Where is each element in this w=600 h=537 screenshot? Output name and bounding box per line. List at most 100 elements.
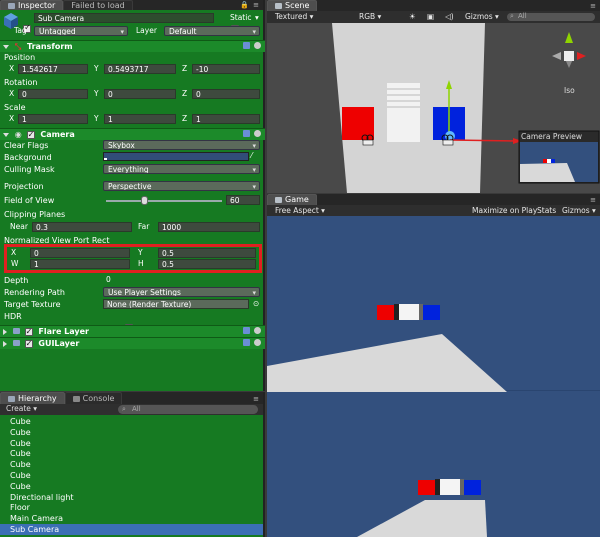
culling-mask-dropdown[interactable]: Everything bbox=[103, 164, 260, 174]
viewport-y-label: Y bbox=[138, 248, 143, 257]
rotation-y-field[interactable]: 0 bbox=[104, 89, 176, 99]
hierarchy-item[interactable]: Cube bbox=[10, 481, 31, 492]
near-label: Near bbox=[10, 222, 28, 231]
layer-label: Layer bbox=[136, 26, 157, 35]
aspect-dropdown[interactable]: Free Aspect ▾ bbox=[275, 205, 325, 216]
gizmos-dropdown[interactable]: Gizmos ▾ bbox=[562, 205, 596, 216]
viewport-w-field[interactable]: 1 bbox=[30, 259, 130, 269]
hierarchy-item[interactable]: Main Camera bbox=[10, 513, 63, 524]
menu-icon[interactable]: ≡ bbox=[590, 195, 596, 205]
background-color-swatch[interactable] bbox=[103, 152, 249, 161]
scale-x-field[interactable]: 1 bbox=[18, 114, 88, 124]
search-placeholder: All bbox=[132, 405, 141, 413]
hierarchy-item[interactable]: Cube bbox=[10, 448, 31, 459]
gizmos-dropdown[interactable]: Gizmos ▾ bbox=[465, 11, 499, 22]
help-icon[interactable] bbox=[243, 42, 250, 49]
viewport-y-field[interactable]: 0.5 bbox=[158, 248, 256, 258]
panel-menu[interactable]: ≡ bbox=[253, 394, 263, 404]
help-icon[interactable] bbox=[243, 327, 250, 334]
object-name-field[interactable]: Sub Camera bbox=[34, 13, 214, 23]
rendering-path-dropdown[interactable]: Use Player Settings bbox=[103, 287, 260, 297]
far-field[interactable]: 1000 bbox=[158, 222, 260, 232]
scale-y-field[interactable]: 1 bbox=[104, 114, 176, 124]
panel-menu[interactable]: ≡ bbox=[590, 1, 600, 11]
flare-layer-checkbox[interactable] bbox=[24, 326, 33, 338]
foldout-icon[interactable] bbox=[3, 340, 7, 347]
hierarchy-item[interactable]: Cube bbox=[10, 459, 31, 470]
depth-field[interactable]: 0 bbox=[103, 275, 260, 285]
tab-inspector[interactable]: Inspector bbox=[0, 0, 64, 10]
lighting-toggle-icon[interactable]: ☀ bbox=[409, 11, 416, 22]
gear-icon[interactable] bbox=[254, 339, 261, 346]
viewport-x-field[interactable]: 0 bbox=[30, 248, 130, 258]
tab-scene[interactable]: Scene bbox=[267, 0, 318, 11]
hierarchy-item[interactable]: Cube bbox=[10, 416, 31, 427]
scale-z-field[interactable]: 1 bbox=[192, 114, 260, 124]
position-y-label: Y bbox=[94, 64, 99, 73]
tab-hierarchy[interactable]: Hierarchy bbox=[0, 392, 65, 404]
chevron-down-icon[interactable]: ▾ bbox=[255, 13, 259, 23]
fov-field[interactable]: 60 bbox=[226, 195, 260, 205]
lock-icon[interactable]: 🔒 bbox=[240, 0, 249, 10]
hierarchy-item[interactable]: Floor bbox=[10, 502, 30, 513]
gui-layer-checkbox[interactable] bbox=[24, 338, 33, 350]
tag-dropdown[interactable]: Untagged bbox=[34, 26, 128, 36]
rotation-z-field[interactable]: 0 bbox=[192, 89, 260, 99]
hierarchy-item[interactable]: Cube bbox=[10, 438, 31, 449]
help-icon[interactable] bbox=[243, 339, 250, 346]
color-mode-dropdown[interactable]: RGB ▾ bbox=[359, 11, 381, 22]
audio-toggle-icon[interactable]: ◁) bbox=[445, 11, 454, 22]
foldout-icon[interactable] bbox=[3, 328, 7, 335]
position-x-field[interactable]: 1.542617 bbox=[18, 64, 88, 74]
search-input[interactable]: ⌕ All bbox=[118, 405, 258, 414]
target-texture-field[interactable]: None (Render Texture) bbox=[103, 299, 249, 309]
camera-enabled-checkbox[interactable] bbox=[26, 129, 35, 141]
scene-search-input[interactable]: ⌕ All bbox=[507, 12, 595, 21]
fov-slider-track[interactable] bbox=[106, 200, 222, 202]
image-toggle-icon[interactable]: ▣ bbox=[427, 11, 434, 22]
menu-icon[interactable]: ≡ bbox=[253, 0, 259, 10]
search-icon: ⌕ bbox=[122, 405, 126, 413]
tab-console[interactable]: Console bbox=[64, 392, 123, 404]
camera-icon: ◉ bbox=[14, 130, 22, 139]
gear-icon[interactable] bbox=[254, 327, 261, 334]
panel-menu[interactable]: 🔒 ≡ bbox=[240, 0, 263, 10]
create-button[interactable]: Create ▾ bbox=[6, 404, 37, 414]
clear-flags-label: Clear Flags bbox=[4, 141, 49, 150]
menu-icon[interactable]: ≡ bbox=[253, 394, 259, 404]
foldout-icon[interactable] bbox=[3, 44, 9, 49]
tab-failed-to-load[interactable]: Failed to load bbox=[63, 0, 133, 10]
foldout-icon[interactable] bbox=[3, 132, 9, 137]
clear-flags-dropdown[interactable]: Skybox bbox=[103, 140, 260, 150]
layer-dropdown[interactable]: Default bbox=[164, 26, 260, 36]
projection-dropdown[interactable]: Perspective bbox=[103, 181, 260, 191]
gear-icon[interactable] bbox=[254, 130, 261, 137]
near-field[interactable]: 0.3 bbox=[32, 222, 132, 232]
hierarchy-item[interactable]: Cube bbox=[10, 427, 31, 438]
maximize-on-play-button[interactable]: Maximize on Play bbox=[472, 205, 537, 216]
fov-slider-thumb[interactable] bbox=[141, 196, 149, 205]
position-z-field[interactable]: -10 bbox=[192, 64, 260, 74]
viewport-h-field[interactable]: 0.5 bbox=[158, 259, 256, 269]
hierarchy-item[interactable]: Directional light bbox=[10, 492, 74, 503]
tab-game[interactable]: Game bbox=[267, 194, 317, 205]
hierarchy-item[interactable]: Cube bbox=[10, 470, 31, 481]
rotation-x-field[interactable]: 0 bbox=[18, 89, 88, 99]
hierarchy-item[interactable]: Sub Camera bbox=[10, 524, 59, 535]
help-icon[interactable] bbox=[243, 130, 250, 137]
transform-header[interactable]: ⤡ Transform bbox=[0, 40, 265, 52]
position-y-field[interactable]: 0.5493717 bbox=[104, 64, 176, 74]
render-mode-dropdown[interactable]: Textured ▾ bbox=[275, 11, 313, 22]
gui-layer-header[interactable]: GUILayer bbox=[0, 337, 265, 350]
scale-label: Scale bbox=[4, 103, 26, 112]
game-tabbar: Game ≡ bbox=[267, 194, 600, 205]
scene-viewport[interactable] bbox=[267, 23, 600, 193]
object-picker-icon[interactable]: ⊙ bbox=[253, 299, 259, 309]
menu-icon[interactable]: ≡ bbox=[590, 1, 596, 11]
stats-button[interactable]: Stats bbox=[537, 205, 556, 216]
flare-layer-header[interactable]: Flare Layer bbox=[0, 325, 265, 338]
gear-icon[interactable] bbox=[254, 42, 261, 49]
camera-header[interactable]: ◉ Camera bbox=[0, 128, 265, 141]
panel-menu[interactable]: ≡ bbox=[590, 195, 600, 205]
eyedropper-icon[interactable]: ⁄ bbox=[251, 151, 252, 161]
